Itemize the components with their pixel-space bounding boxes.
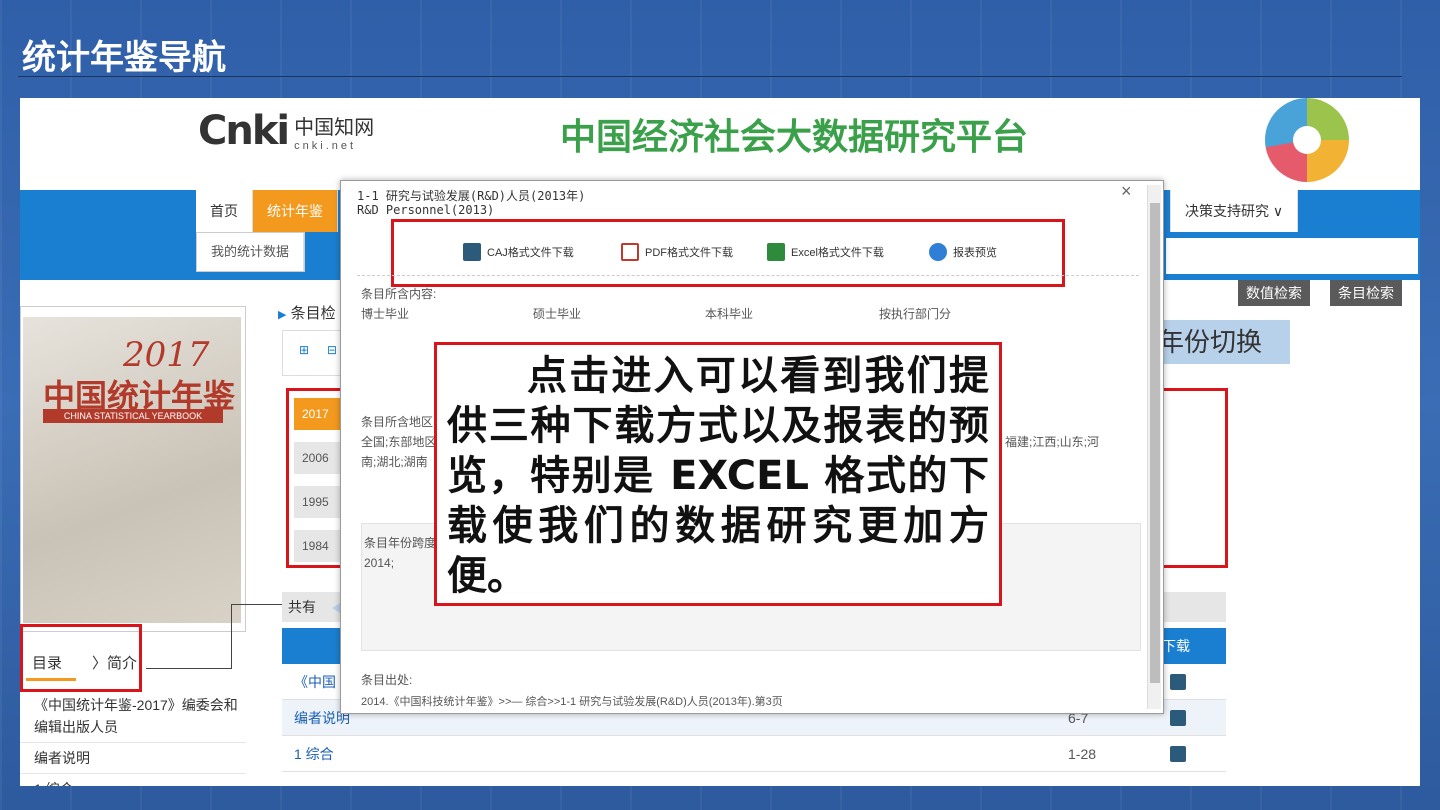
main-nav: 首页 统计年鉴 — [196, 190, 338, 232]
caj-download-icon[interactable] — [1170, 710, 1186, 726]
content-value: 硕士毕业 — [533, 307, 582, 321]
content-label: 条目所含内容: — [361, 287, 437, 301]
entry-search-button[interactable]: 条目检索 — [1330, 280, 1402, 306]
row-name[interactable]: 《中国 — [294, 664, 336, 700]
connector-line — [231, 604, 232, 668]
nav-decision-label: 决策支持研究 — [1185, 203, 1269, 219]
site-header: Cnki 中国知网 cnki.net 中国经济社会大数据研究平台 — [20, 98, 1420, 190]
region-value-end: 福建;江西;山东;河 — [1005, 435, 1100, 449]
highlight-downloads — [391, 219, 1065, 287]
expand-icon[interactable]: ⊞ — [299, 343, 309, 357]
toc-item[interactable]: 《中国统计年鉴-2017》编委会和编辑出版人员 — [20, 690, 246, 743]
modal-scrollbar[interactable] — [1147, 185, 1161, 709]
explanation-callout: 点击进入可以看到我们提供三种下载方式以及报表的预览，特别是 EXCEL 格式的下… — [434, 342, 1002, 606]
scroll-thumb[interactable] — [1150, 203, 1160, 683]
book-title-en: CHINA STATISTICAL YEARBOOK — [43, 409, 223, 423]
region-value-line2: 南;湖北;湖南 — [361, 455, 428, 469]
cnki-logo[interactable]: Cnki 中国知网 cnki.net — [198, 108, 374, 154]
region-value: 全国;东部地区 — [361, 435, 437, 449]
toc-list: 《中国统计年鉴-2017》编委会和编辑出版人员 编者说明 1 综合 — [20, 690, 246, 786]
year-span-value: 2014; — [364, 556, 395, 570]
content-value: 本科毕业 — [705, 307, 754, 321]
year-switch-label: 年份切换 — [1150, 320, 1290, 364]
numeric-search-button[interactable]: 数值检索 — [1238, 280, 1310, 306]
connector-line — [231, 604, 283, 605]
nav-decision-support[interactable]: 决策支持研究 ∨ — [1170, 190, 1299, 232]
chevron-down-icon: ∨ — [1272, 203, 1284, 219]
pie-chart-icon — [1265, 98, 1349, 182]
download-header: 下载 — [1162, 638, 1190, 654]
book-panel: 2017 中国统计年鉴 CHINA STATISTICAL YEARBOOK — [20, 306, 246, 632]
modal-title-en: R&D Personnel(2013) — [357, 203, 495, 217]
logo-domain: cnki.net — [294, 139, 357, 152]
book-year: 2017 — [123, 335, 210, 375]
caj-download-icon[interactable] — [1170, 674, 1186, 690]
divider — [357, 275, 1139, 276]
slide-title: 统计年鉴导航 — [22, 38, 226, 78]
nav-my-data[interactable]: 我的统计数据 — [197, 233, 305, 271]
book-cover[interactable]: 2017 中国统计年鉴 CHINA STATISTICAL YEARBOOK — [23, 317, 241, 623]
logo-chinese: 中国知网 — [294, 114, 375, 139]
close-icon[interactable]: × — [1121, 181, 1132, 202]
source-label: 条目出处: — [361, 673, 413, 687]
toc-item[interactable]: 1 综合 — [20, 774, 246, 786]
logo-mark: Cnki — [198, 108, 290, 154]
collapse-icon[interactable]: ⊟ — [327, 343, 337, 357]
nav-home[interactable]: 首页 — [196, 190, 253, 232]
sub-nav: 我的统计数据 — [196, 232, 306, 272]
table-row[interactable]: 1 综合 1-28 — [282, 736, 1226, 772]
platform-title: 中国经济社会大数据研究平台 — [560, 117, 1029, 158]
caj-download-icon[interactable] — [1170, 746, 1186, 762]
highlight-tabs — [20, 624, 142, 692]
row-pages: 1-28 — [1068, 746, 1097, 762]
region-label: 条目所含地区 — [361, 415, 434, 429]
content-value: 博士毕业 — [361, 307, 410, 321]
row-name[interactable]: 1 综合 — [294, 736, 334, 772]
nav-yearbook[interactable]: 统计年鉴 — [253, 190, 338, 232]
breadcrumb: ▶ 条目检 — [278, 302, 336, 323]
search-input[interactable] — [1166, 238, 1418, 274]
triangle-icon: ▶ — [278, 309, 287, 321]
connector-line — [146, 668, 232, 669]
modal-title: 1-1 研究与试验发展(R&D)人员(2013年) — [357, 189, 586, 203]
source-value: 2014.《中国科技统计年鉴》>>— 综合>>1-1 研究与试验发展(R&D)人… — [361, 696, 783, 708]
year-span-label: 条目年份跨度 — [364, 536, 437, 550]
nav-right: 决策支持研究 ∨ — [1170, 190, 1299, 232]
content-value: 按执行部门分 — [879, 307, 952, 321]
cnki-screenshot: Cnki 中国知网 cnki.net 中国经济社会大数据研究平台 首页 统计年鉴… — [20, 98, 1420, 786]
breadcrumb-label: 条目检 — [290, 305, 336, 322]
title-divider — [18, 76, 1402, 77]
toc-item[interactable]: 编者说明 — [20, 743, 246, 774]
